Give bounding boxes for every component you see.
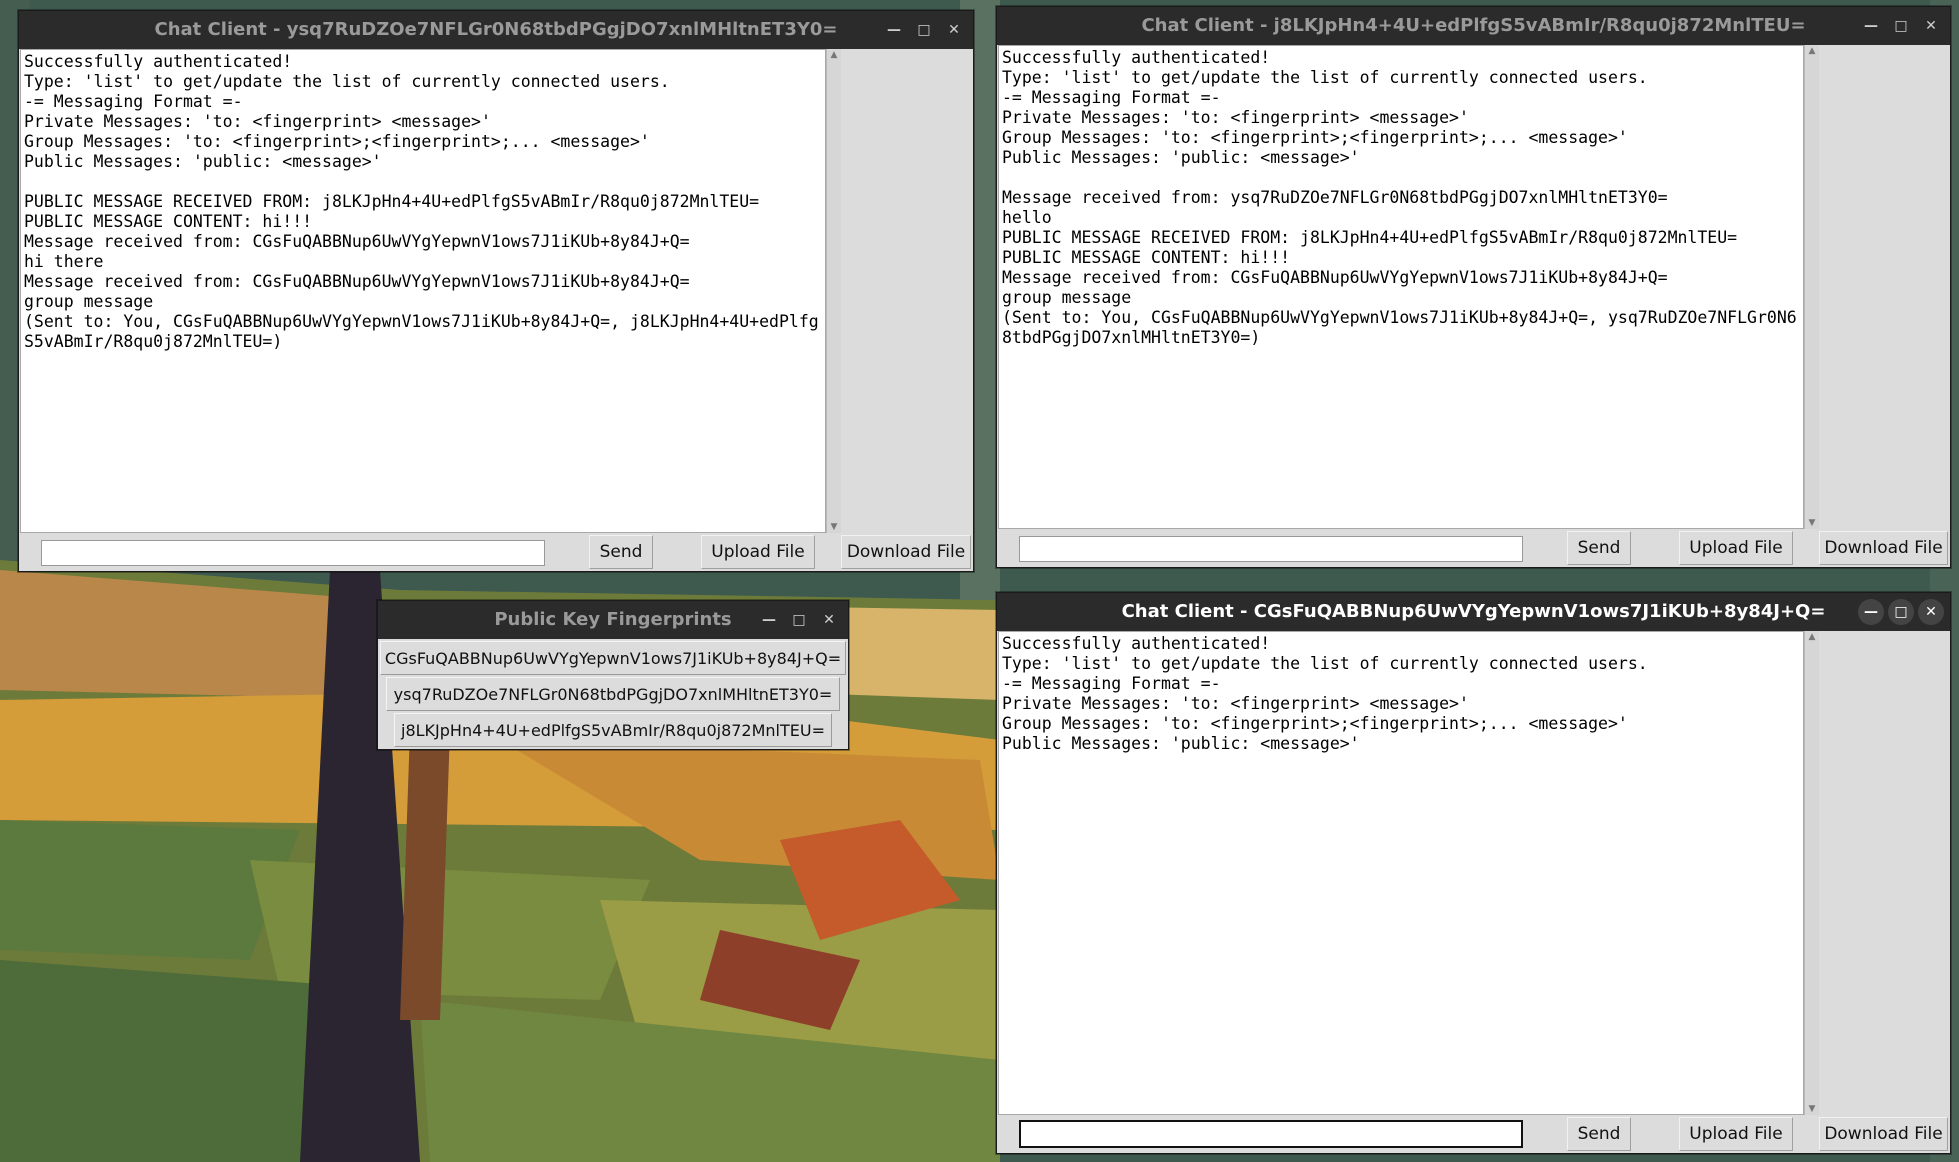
log-line: group message [1002, 288, 1132, 307]
log-scrollbar[interactable]: ▲ ▼ [1804, 631, 1819, 1115]
fingerprints-window: Public Key Fingerprints — □ ✕ CGsFuQABBN… [377, 600, 849, 750]
chat-window-3: Chat Client - CGsFuQABBNup6UwVYgYepwnV1o… [996, 592, 1951, 1154]
minimize-icon[interactable]: — [1858, 599, 1884, 625]
message-input[interactable] [1019, 1120, 1523, 1148]
log-line: Private Messages: 'to: <fingerprint> <me… [1002, 694, 1469, 713]
scroll-up-icon[interactable]: ▲ [1805, 631, 1819, 643]
maximize-icon[interactable]: □ [911, 17, 937, 43]
chat-window-2: Chat Client - j8LKJpHn4+4U+edPlfgS5vABmI… [996, 6, 1951, 568]
log-line: Public Messages: 'public: <message>' [24, 152, 382, 171]
window-titlebar[interactable]: Public Key Fingerprints — □ ✕ [378, 601, 848, 639]
message-log[interactable]: Successfully authenticated! Type: 'list'… [20, 49, 826, 533]
window-titlebar[interactable]: Chat Client - CGsFuQABBNup6UwVYgYepwnV1o… [997, 593, 1950, 631]
minimize-icon[interactable]: — [1858, 13, 1884, 39]
message-log[interactable]: Successfully authenticated! Type: 'list'… [998, 45, 1804, 529]
log-line: 8tbdPGgjDO7xnlMHltnET3Y0=) [1002, 328, 1261, 347]
window-title: Chat Client - CGsFuQABBNup6UwVYgYepwnV1o… [1121, 601, 1826, 622]
log-line: (Sent to: You, CGsFuQABBNup6UwVYgYepwnV1… [1002, 308, 1797, 327]
close-icon[interactable]: ✕ [1918, 13, 1944, 39]
fingerprint-button[interactable]: CGsFuQABBNup6UwVYgYepwnV1ows7J1iKUb+8y84… [380, 641, 846, 675]
log-line: Private Messages: 'to: <fingerprint> <me… [24, 112, 491, 131]
scroll-down-icon[interactable]: ▼ [827, 521, 841, 533]
log-line: hello [1002, 208, 1052, 227]
log-line: Successfully authenticated! [24, 52, 293, 71]
upload-file-button[interactable]: Upload File [1679, 1117, 1793, 1151]
minimize-icon[interactable]: — [881, 17, 907, 43]
log-line: -= Messaging Format =- [1002, 674, 1221, 693]
window-titlebar[interactable]: Chat Client - ysq7RuDZOe7NFLGr0N68tbdPGg… [19, 11, 973, 49]
maximize-icon[interactable]: □ [1888, 599, 1914, 625]
close-icon[interactable]: ✕ [816, 607, 842, 633]
message-input[interactable] [41, 540, 545, 566]
log-line: PUBLIC MESSAGE CONTENT: hi!!! [1002, 248, 1291, 267]
window-title: Public Key Fingerprints [494, 609, 732, 630]
window-title: Chat Client - ysq7RuDZOe7NFLGr0N68tbdPGg… [154, 19, 838, 40]
maximize-icon[interactable]: □ [786, 607, 812, 633]
scroll-up-icon[interactable]: ▲ [827, 49, 841, 61]
download-file-button[interactable]: Download File [1819, 531, 1948, 565]
minimize-icon[interactable]: — [756, 607, 782, 633]
log-line: -= Messaging Format =- [24, 92, 243, 111]
log-line: Message received from: CGsFuQABBNup6UwVY… [24, 272, 690, 291]
log-line: Group Messages: 'to: <fingerprint>;<fing… [1002, 714, 1628, 733]
log-line: Public Messages: 'public: <message>' [1002, 734, 1360, 753]
log-line: PUBLIC MESSAGE CONTENT: hi!!! [24, 212, 313, 231]
scroll-up-icon[interactable]: ▲ [1805, 45, 1819, 57]
maximize-icon[interactable]: □ [1888, 13, 1914, 39]
chat-window-1: Chat Client - ysq7RuDZOe7NFLGr0N68tbdPGg… [18, 10, 974, 572]
log-line: Public Messages: 'public: <message>' [1002, 148, 1360, 167]
close-icon[interactable]: ✕ [1918, 599, 1944, 625]
log-line: (Sent to: You, CGsFuQABBNup6UwVYgYepwnV1… [24, 312, 819, 331]
log-line: Group Messages: 'to: <fingerprint>;<fing… [1002, 128, 1628, 147]
log-line: Message received from: CGsFuQABBNup6UwVY… [1002, 268, 1668, 287]
log-scrollbar[interactable]: ▲ ▼ [826, 49, 841, 533]
log-line: Message received from: ysq7RuDZOe7NFLGr0… [1002, 188, 1668, 207]
upload-file-button[interactable]: Upload File [1679, 531, 1793, 565]
message-log[interactable]: Successfully authenticated! Type: 'list'… [998, 631, 1804, 1115]
log-line: Successfully authenticated! [1002, 634, 1271, 653]
log-line: Successfully authenticated! [1002, 48, 1271, 67]
fingerprint-button[interactable]: ysq7RuDZOe7NFLGr0N68tbdPGgjDO7xnlMHltnET… [386, 677, 840, 711]
send-button[interactable]: Send [1567, 531, 1631, 565]
log-line: Message received from: CGsFuQABBNup6UwVY… [24, 232, 690, 251]
send-button[interactable]: Send [1567, 1117, 1631, 1151]
log-line: Type: 'list' to get/update the list of c… [24, 72, 670, 91]
upload-file-button[interactable]: Upload File [701, 535, 815, 569]
close-icon[interactable]: ✕ [941, 17, 967, 43]
log-line: Type: 'list' to get/update the list of c… [1002, 68, 1648, 87]
window-title: Chat Client - j8LKJpHn4+4U+edPlfgS5vABmI… [1141, 15, 1806, 36]
log-line: group message [24, 292, 154, 311]
window-titlebar[interactable]: Chat Client - j8LKJpHn4+4U+edPlfgS5vABmI… [997, 7, 1950, 45]
log-line: PUBLIC MESSAGE RECEIVED FROM: j8LKJpHn4+… [1002, 228, 1738, 247]
log-line: PUBLIC MESSAGE RECEIVED FROM: j8LKJpHn4+… [24, 192, 760, 211]
scroll-down-icon[interactable]: ▼ [1805, 517, 1819, 529]
log-scrollbar[interactable]: ▲ ▼ [1804, 45, 1819, 529]
log-line: S5vABmIr/R8qu0j872MnlTEU=) [24, 332, 283, 351]
log-line: Group Messages: 'to: <fingerprint>;<fing… [24, 132, 650, 151]
send-button[interactable]: Send [589, 535, 653, 569]
fingerprint-button[interactable]: j8LKJpHn4+4U+edPlfgS5vABmIr/R8qu0j872Mnl… [394, 713, 832, 747]
scroll-down-icon[interactable]: ▼ [1805, 1103, 1819, 1115]
log-line: hi there [24, 252, 104, 271]
log-line: Type: 'list' to get/update the list of c… [1002, 654, 1648, 673]
log-line: -= Messaging Format =- [1002, 88, 1221, 107]
message-input[interactable] [1019, 536, 1523, 562]
download-file-button[interactable]: Download File [841, 535, 971, 569]
log-line: Private Messages: 'to: <fingerprint> <me… [1002, 108, 1469, 127]
download-file-button[interactable]: Download File [1819, 1117, 1948, 1151]
